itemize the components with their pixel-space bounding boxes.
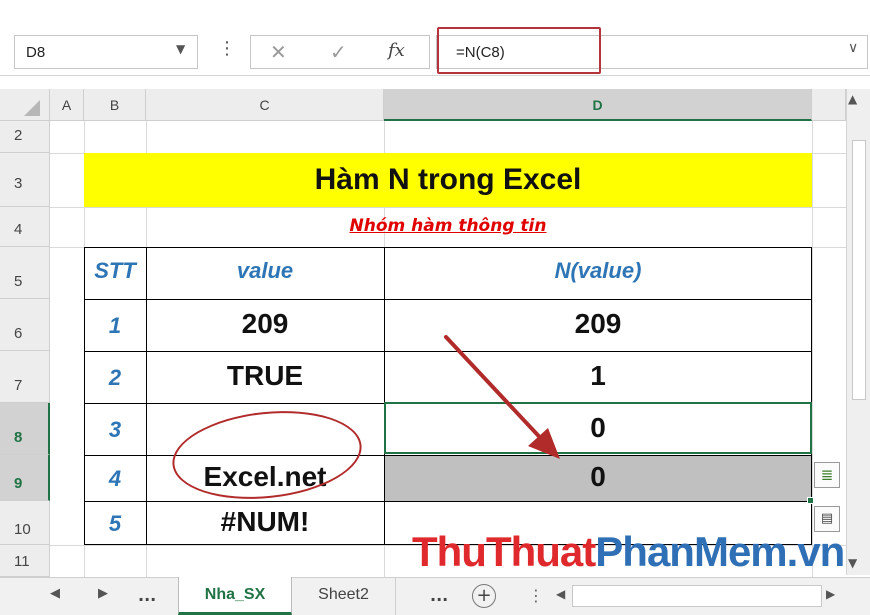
tab-nha-sx[interactable]: Nha_SX (178, 577, 292, 615)
scroll-up-icon[interactable]: ▲ (848, 92, 857, 106)
watermark-part3: .vn (786, 528, 846, 575)
arrow-shaft (444, 335, 550, 448)
add-sheet-icon[interactable]: + (472, 584, 496, 608)
horizontal-scrollbar[interactable] (572, 585, 822, 607)
scroll-down-icon[interactable]: ▼ (848, 556, 857, 570)
more-sheets-left[interactable]: ... (138, 586, 156, 605)
more-sheets-right[interactable]: ... (430, 586, 448, 605)
annotation-arrow (444, 335, 560, 459)
watermark-part2: PhanMem (595, 528, 787, 575)
vertical-scroll-thumb[interactable] (852, 140, 866, 400)
watermark: ThuThuatPhanMem.vn (412, 528, 846, 576)
next-sheet-icon[interactable]: ▶ (98, 586, 108, 601)
watermark-part1: ThuThuat (412, 528, 596, 575)
prev-sheet-icon[interactable]: ◀ (50, 586, 60, 601)
tab-sheet2[interactable]: Sheet2 (292, 577, 396, 615)
scroll-right-icon[interactable]: ▶ (826, 587, 835, 601)
tab-splitter-icon[interactable]: ⋮ (528, 586, 544, 605)
scroll-left-icon[interactable]: ◀ (556, 587, 565, 601)
quick-analysis-icon[interactable]: ≣ (814, 462, 840, 488)
